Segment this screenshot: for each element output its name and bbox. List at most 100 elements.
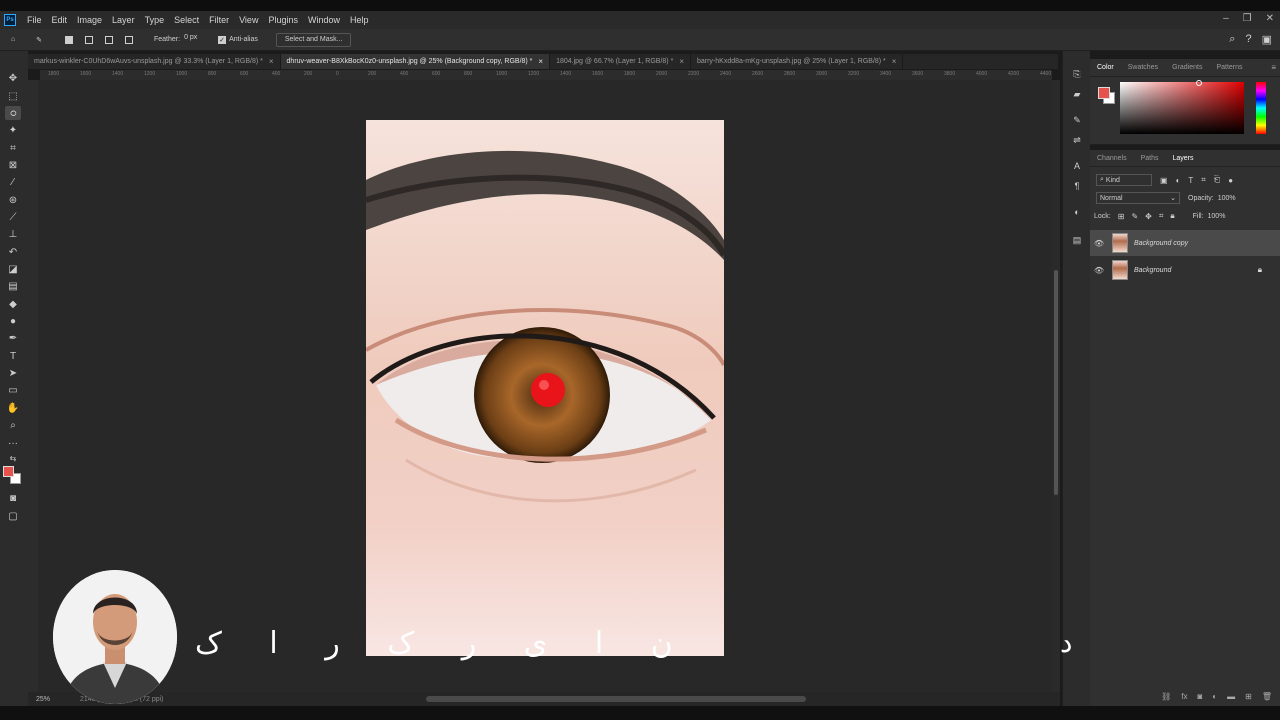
tab-paths[interactable]: Paths <box>1134 155 1166 162</box>
move-tool-icon[interactable]: ✥ <box>5 71 21 85</box>
libraries-panel-icon[interactable]: ▤ <box>1070 233 1084 247</box>
lock-image-icon[interactable]: ✎ <box>1131 212 1138 221</box>
pixel-filter-icon[interactable]: ▣ <box>1160 176 1168 185</box>
tab-barry[interactable]: barry-hKxdd8a-mKg-unsplash.jpg @ 25% (La… <box>691 54 904 69</box>
tab-1804[interactable]: 1804.jpg @ 66.7% (Layer 1, RGB/8) * × <box>550 54 691 69</box>
healing-brush-tool-icon[interactable]: ⊛ <box>5 193 21 207</box>
help-icon[interactable]: ? <box>1245 33 1251 46</box>
close-tab-icon[interactable]: × <box>538 57 543 66</box>
select-and-mask-button[interactable]: Select and Mask... <box>275 32 352 47</box>
close-tab-icon[interactable]: × <box>269 57 274 66</box>
hue-slider[interactable] <box>1256 82 1266 134</box>
lock-transparent-icon[interactable]: ⊞ <box>1118 212 1125 221</box>
gradient-tool-icon[interactable]: ▤ <box>5 279 21 293</box>
color-picker-ring[interactable] <box>1196 80 1202 86</box>
pen-tool-icon[interactable]: ✒ <box>5 331 21 345</box>
new-selection-icon[interactable] <box>62 33 76 47</box>
document-canvas[interactable] <box>366 120 724 656</box>
color-picker-field[interactable] <box>1120 80 1244 134</box>
path-selection-tool-icon[interactable]: ➤ <box>5 366 21 380</box>
close-tab-icon[interactable]: × <box>679 57 684 66</box>
tab-markus-winkler[interactable]: markus-winkler-C0UhD6wAuvs-unsplash.jpg … <box>28 54 281 69</box>
brush-settings-icon[interactable]: ✎ <box>1070 113 1084 127</box>
menu-plugins[interactable]: Plugins <box>263 15 303 25</box>
swap-colors-icon[interactable]: ⇆ <box>5 451 21 465</box>
menu-edit[interactable]: Edit <box>47 15 73 25</box>
menu-filter[interactable]: Filter <box>204 15 234 25</box>
lasso-tool-preset-icon[interactable]: ✎ <box>32 33 46 47</box>
lasso-tool-icon[interactable]: ഠ <box>5 106 21 120</box>
color-foreground-swatch[interactable] <box>1098 87 1110 99</box>
opacity-input[interactable]: 100% <box>1218 195 1236 202</box>
add-mask-icon[interactable]: ◙ <box>1197 692 1202 701</box>
tab-dhruv-weaver[interactable]: dhruv-weaver-B8XkBocK0z0-unsplash.jpg @ … <box>280 54 551 69</box>
eyedropper-tool-icon[interactable]: ⁄ <box>5 175 21 189</box>
zoom-level[interactable]: 25% <box>36 696 50 703</box>
layer-background[interactable]: 👁︎ Background 🔒︎ <box>1090 257 1280 283</box>
tab-color[interactable]: Color <box>1090 64 1121 71</box>
screen-mode-icon[interactable]: ▢ <box>5 509 21 523</box>
tab-gradients[interactable]: Gradients <box>1165 64 1209 71</box>
tab-patterns[interactable]: Patterns <box>1209 64 1249 71</box>
restore-icon[interactable]: ❐ <box>1243 13 1252 24</box>
menu-select[interactable]: Select <box>169 15 204 25</box>
layer-background-copy[interactable]: 👁︎ Background copy <box>1090 230 1280 256</box>
intersect-selection-icon[interactable] <box>122 33 136 47</box>
layer-name[interactable]: Background copy <box>1134 240 1188 247</box>
tab-channels[interactable]: Channels <box>1090 155 1134 162</box>
type-filter-icon[interactable]: T <box>1188 176 1193 185</box>
blend-mode-select[interactable]: Normal ⌄ <box>1096 192 1180 204</box>
fill-input[interactable]: 100% <box>1208 213 1226 220</box>
crop-tool-icon[interactable]: ⌗ <box>5 141 21 155</box>
panel-menu-icon[interactable]: ≡ <box>1271 63 1276 72</box>
layer-name[interactable]: Background <box>1134 267 1171 274</box>
new-layer-icon[interactable]: ⊞ <box>1245 692 1252 701</box>
fx-icon[interactable]: fx <box>1181 692 1187 701</box>
lock-artboard-icon[interactable]: ⌗ <box>1159 211 1164 221</box>
history-panel-icon[interactable]: ⎘ <box>1070 67 1084 81</box>
lock-all-icon[interactable]: 🔒︎ <box>1170 211 1174 221</box>
frame-tool-icon[interactable]: ⊠ <box>5 158 21 172</box>
type-tool-icon[interactable]: T <box>5 349 21 363</box>
menu-image[interactable]: Image <box>72 15 107 25</box>
lock-position-icon[interactable]: ✥ <box>1145 212 1152 221</box>
adjustment-filter-icon[interactable]: ◐ <box>1176 176 1181 185</box>
paragraph-panel-icon[interactable]: ¶ <box>1070 179 1084 193</box>
shape-filter-icon[interactable]: ⌗ <box>1201 175 1206 185</box>
marquee-tool-icon[interactable]: ⬚ <box>5 89 21 103</box>
dodge-tool-icon[interactable]: ● <box>5 314 21 328</box>
feather-input[interactable]: 0 px <box>184 33 209 46</box>
zoom-tool-icon[interactable]: ⌕ <box>5 418 21 432</box>
rectangle-tool-icon[interactable]: ▭ <box>5 383 21 397</box>
adjustments-icon[interactable]: ⇌ <box>1070 133 1084 147</box>
eraser-tool-icon[interactable]: ◪ <box>5 262 21 276</box>
search-icon[interactable]: ⌕ <box>1229 33 1235 46</box>
smart-object-filter-icon[interactable]: ⎗ <box>1214 175 1220 185</box>
foreground-color-swatch[interactable] <box>3 466 14 477</box>
clone-stamp-tool-icon[interactable]: ⊥ <box>5 227 21 241</box>
link-layers-icon[interactable]: ⛓ <box>1161 692 1171 701</box>
eye-icon[interactable]: 👁︎ <box>1090 239 1108 248</box>
menu-window[interactable]: Window <box>303 15 345 25</box>
delete-layer-icon[interactable]: 🗑︎ <box>1262 692 1272 701</box>
menu-type[interactable]: Type <box>140 15 170 25</box>
workspace-icon[interactable]: ▣ <box>1262 33 1272 46</box>
add-to-selection-icon[interactable] <box>82 33 96 47</box>
vertical-scroll-thumb[interactable] <box>1054 270 1058 495</box>
filter-toggle-icon[interactable]: ● <box>1228 176 1233 185</box>
menu-help[interactable]: Help <box>345 15 374 25</box>
tab-swatches[interactable]: Swatches <box>1121 64 1165 71</box>
history-brush-tool-icon[interactable]: ↶ <box>5 245 21 259</box>
home-icon[interactable]: ⌂ <box>6 33 20 47</box>
close-window-icon[interactable]: ✕ <box>1266 13 1274 24</box>
quick-select-tool-icon[interactable]: ✦ <box>5 123 21 137</box>
canvas-area[interactable] <box>38 80 1052 692</box>
subtract-selection-icon[interactable] <box>102 33 116 47</box>
layer-kind-select[interactable]: ⌕ Kind <box>1096 174 1152 186</box>
vertical-scrollbar[interactable] <box>1052 80 1060 692</box>
character-panel-icon[interactable]: A <box>1070 159 1084 173</box>
quick-mask-icon[interactable]: ◙ <box>5 491 21 505</box>
eye-icon[interactable]: 👁︎ <box>1090 266 1108 275</box>
menu-view[interactable]: View <box>234 15 263 25</box>
anti-alias-checkbox[interactable]: ✓ <box>218 35 227 44</box>
